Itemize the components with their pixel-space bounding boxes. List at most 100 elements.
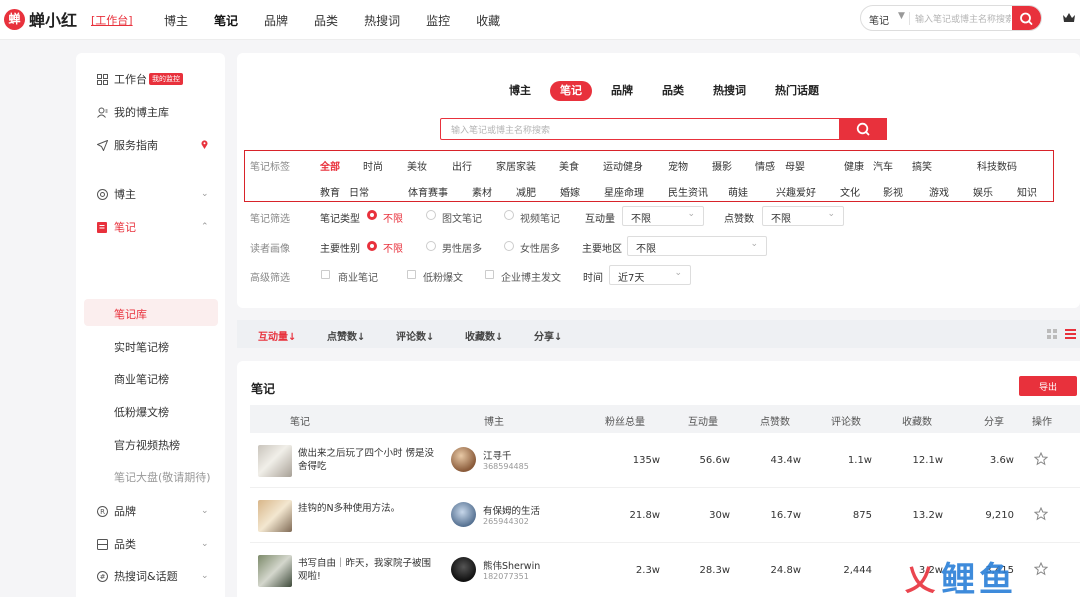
tab-blogger[interactable]: 博主 [509, 81, 531, 101]
tag-item[interactable]: 娱乐 [973, 184, 993, 199]
blogger-name[interactable]: 有保姆的生活 [483, 503, 540, 517]
sort-shares[interactable]: 分享↓ [534, 328, 562, 343]
blogger-name[interactable]: 熊伟Sherwin [483, 558, 540, 572]
tag-item[interactable]: 星座命理 [604, 184, 644, 199]
top-nav-blogger[interactable]: 博主 [164, 12, 188, 29]
sidebar-item-category[interactable]: 品类 ⌄ [76, 531, 225, 557]
sidebar-item-guide[interactable]: 服务指南 [76, 132, 225, 158]
tag-item[interactable]: 运动健身 [603, 158, 643, 173]
sidebar-sub-note-library[interactable]: 笔记库 [114, 306, 147, 322]
tag-item[interactable]: 婚嫁 [560, 184, 580, 199]
sidebar-sub-realtime-rank[interactable]: 实时笔记榜 [114, 339, 169, 355]
tag-item[interactable]: 美妆 [407, 158, 427, 173]
tag-item[interactable]: 兴趣爱好 [776, 184, 816, 199]
tag-item[interactable]: 母婴 [785, 158, 805, 173]
note-thumbnail[interactable] [258, 555, 292, 587]
crown-icon[interactable] [1062, 11, 1076, 25]
tag-item[interactable]: 摄影 [712, 158, 732, 173]
top-search-scope[interactable]: 笔记 [869, 12, 889, 27]
radio-type-any[interactable] [367, 210, 377, 220]
region-dropdown[interactable]: 不限 ⌄ [627, 236, 767, 256]
top-search-button[interactable] [1012, 6, 1041, 30]
interact-dropdown[interactable]: 不限 ⌄ [622, 206, 704, 226]
list-view-icon[interactable] [1065, 328, 1076, 339]
grid-view-icon[interactable] [1047, 329, 1057, 339]
sidebar-item-brand[interactable]: R 品牌 ⌄ [76, 498, 225, 524]
main-search-input[interactable] [451, 123, 811, 136]
check-enterprise-label[interactable]: 企业博主发文 [501, 269, 561, 284]
sort-comments[interactable]: 评论数↓ [396, 328, 434, 343]
workbench-link[interactable]: [工作台] [91, 12, 133, 28]
radio-gender-any-label[interactable]: 不限 [383, 240, 403, 255]
sidebar-item-notes[interactable]: 笔记 ⌃ [76, 214, 225, 240]
tag-item[interactable]: 全部 [320, 158, 340, 173]
export-button[interactable]: 导出 [1019, 376, 1077, 396]
top-nav-notes[interactable]: 笔记 [214, 12, 238, 29]
check-business-label[interactable]: 商业笔记 [338, 269, 378, 284]
top-search-input[interactable] [915, 11, 1011, 26]
tag-item[interactable]: 搞笑 [912, 158, 932, 173]
sort-interact[interactable]: 互动量↓ [258, 328, 296, 343]
tag-item[interactable]: 游戏 [929, 184, 949, 199]
tag-item[interactable]: 体育赛事 [408, 184, 448, 199]
top-nav-brand[interactable]: 品牌 [264, 12, 288, 29]
chevron-down-icon[interactable]: ▼ [898, 11, 905, 21]
top-nav-favorites[interactable]: 收藏 [476, 12, 500, 29]
table-row[interactable]: 做出来之后玩了四个小时 愣是没舍得吃 江寻千 368594485 135w 56… [250, 433, 1080, 488]
radio-gender-female-label[interactable]: 女性居多 [520, 240, 560, 255]
tag-item[interactable]: 民生资讯 [668, 184, 708, 199]
radio-type-any-label[interactable]: 不限 [383, 210, 403, 225]
main-search-button[interactable] [839, 118, 887, 140]
check-low-fans-label[interactable]: 低粉爆文 [423, 269, 463, 284]
radio-gender-male-label[interactable]: 男性居多 [442, 240, 482, 255]
sort-favorites[interactable]: 收藏数↓ [465, 328, 503, 343]
sidebar-item-workbench[interactable]: 工作台 我的监控 [76, 66, 225, 92]
tag-item[interactable]: 时尚 [363, 158, 383, 173]
tab-hot-topics[interactable]: 热门话题 [775, 81, 819, 101]
radio-type-video[interactable] [504, 210, 514, 220]
tag-item[interactable]: 情感 [755, 158, 775, 173]
check-business[interactable] [321, 270, 330, 279]
tag-item[interactable]: 日常 [349, 184, 369, 199]
radio-gender-female[interactable] [504, 241, 514, 251]
check-enterprise[interactable] [485, 270, 494, 279]
tab-brand[interactable]: 品牌 [611, 81, 633, 101]
sidebar-item-hot[interactable]: # 热搜词&话题 ⌄ [76, 563, 225, 589]
note-thumbnail[interactable] [258, 500, 292, 532]
time-dropdown[interactable]: 近7天 ⌄ [609, 265, 691, 285]
tag-item[interactable]: 健康 [844, 158, 864, 173]
note-title[interactable]: 做出来之后玩了四个小时 愣是没舍得吃 [298, 447, 438, 473]
tab-hot-search[interactable]: 热搜词 [713, 81, 746, 101]
star-icon[interactable] [1034, 452, 1048, 466]
tag-item[interactable]: 宠物 [668, 158, 688, 173]
tag-item[interactable]: 文化 [840, 184, 860, 199]
tag-item[interactable]: 知识 [1017, 184, 1037, 199]
radio-gender-male[interactable] [426, 241, 436, 251]
radio-type-image[interactable] [426, 210, 436, 220]
sidebar-item-blogger-lib[interactable]: 我的博主库 [76, 99, 225, 125]
note-title[interactable]: 挂钩的N多种使用方法。 [298, 502, 438, 515]
note-title[interactable]: 书写自由｜昨天，我家院子被围观啦! [298, 557, 438, 583]
radio-type-image-label[interactable]: 图文笔记 [442, 210, 482, 225]
tag-item[interactable]: 出行 [452, 158, 472, 173]
sort-likes[interactable]: 点赞数↓ [327, 328, 365, 343]
check-low-fans[interactable] [407, 270, 416, 279]
tab-notes[interactable]: 笔记 [550, 81, 592, 101]
tag-item[interactable]: 科技数码 [977, 158, 1017, 173]
radio-gender-any[interactable] [367, 241, 377, 251]
tag-item[interactable]: 汽车 [873, 158, 893, 173]
tag-item[interactable]: 影视 [883, 184, 903, 199]
tag-item[interactable]: 减肥 [516, 184, 536, 199]
tag-item[interactable]: 美食 [559, 158, 579, 173]
avatar[interactable] [451, 502, 476, 527]
star-icon[interactable] [1034, 562, 1048, 576]
tag-item[interactable]: 萌娃 [728, 184, 748, 199]
top-nav-hot-search[interactable]: 热搜词 [364, 12, 400, 29]
sidebar-sub-low-fans-rank[interactable]: 低粉爆文榜 [114, 404, 169, 420]
avatar[interactable] [451, 557, 476, 582]
blogger-name[interactable]: 江寻千 [483, 448, 512, 462]
top-nav-category[interactable]: 品类 [314, 12, 338, 29]
star-icon[interactable] [1034, 507, 1048, 521]
table-row[interactable]: 挂钩的N多种使用方法。 有保姆的生活 265944302 21.8w 30w 1… [250, 488, 1080, 543]
tag-item[interactable]: 素材 [472, 184, 492, 199]
